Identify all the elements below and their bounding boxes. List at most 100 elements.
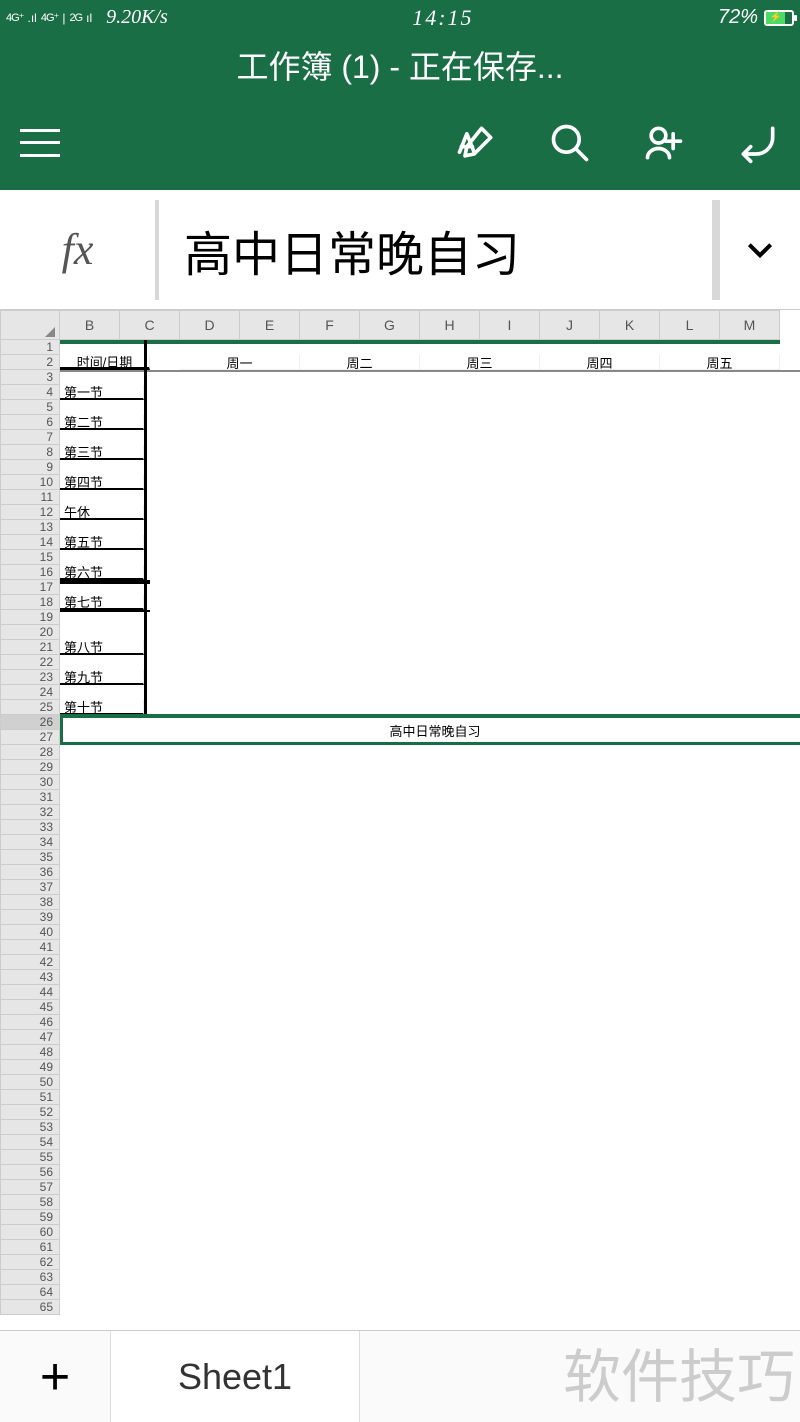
column-header[interactable]: H (420, 310, 480, 340)
row-header[interactable]: 25 (0, 700, 60, 715)
cell[interactable]: 第五节 (60, 535, 144, 550)
spreadsheet-grid[interactable]: BCDEFGHIJKLM 123456789101112131415161718… (0, 310, 800, 1330)
cell[interactable]: 周三 (420, 355, 540, 370)
column-header[interactable]: M (720, 310, 780, 340)
row-header[interactable]: 45 (0, 1000, 60, 1015)
row-header[interactable]: 13 (0, 520, 60, 535)
cell[interactable]: 第六节 (60, 565, 144, 580)
row-header[interactable]: 63 (0, 1270, 60, 1285)
row-header[interactable]: 8 (0, 445, 60, 460)
row-header[interactable]: 1 (0, 340, 60, 355)
row-header[interactable]: 35 (0, 850, 60, 865)
row-header[interactable]: 57 (0, 1180, 60, 1195)
cell[interactable]: 时间/日期 (60, 355, 150, 370)
row-header[interactable]: 49 (0, 1060, 60, 1075)
row-header[interactable]: 22 (0, 655, 60, 670)
column-header[interactable]: E (240, 310, 300, 340)
row-header[interactable]: 26 (0, 715, 60, 730)
cell[interactable]: 周二 (300, 355, 420, 370)
row-header[interactable]: 43 (0, 970, 60, 985)
row-header[interactable]: 7 (0, 430, 60, 445)
row-header[interactable]: 54 (0, 1135, 60, 1150)
row-header[interactable]: 2 (0, 355, 60, 370)
undo-icon[interactable] (736, 121, 780, 165)
row-header[interactable]: 44 (0, 985, 60, 1000)
row-header[interactable]: 40 (0, 925, 60, 940)
row-header[interactable]: 32 (0, 805, 60, 820)
row-header[interactable]: 5 (0, 400, 60, 415)
cell[interactable]: 周一 (180, 355, 300, 370)
row-header[interactable]: 62 (0, 1255, 60, 1270)
column-header[interactable]: G (360, 310, 420, 340)
cell[interactable]: 周五 (660, 355, 780, 370)
row-header[interactable]: 39 (0, 910, 60, 925)
row-header[interactable]: 4 (0, 385, 60, 400)
cell[interactable]: 午休 (60, 505, 144, 520)
cell[interactable]: 第四节 (60, 475, 144, 490)
formula-input[interactable]: 高中日常晚自习 (159, 203, 712, 297)
row-header[interactable]: 30 (0, 775, 60, 790)
row-header[interactable]: 6 (0, 415, 60, 430)
column-header[interactable]: B (60, 310, 120, 340)
row-header[interactable]: 21 (0, 640, 60, 655)
column-header[interactable]: D (180, 310, 240, 340)
edit-icon[interactable] (454, 121, 498, 165)
row-header[interactable]: 15 (0, 550, 60, 565)
row-header[interactable]: 65 (0, 1300, 60, 1315)
row-header[interactable]: 31 (0, 790, 60, 805)
row-header[interactable]: 51 (0, 1090, 60, 1105)
column-header[interactable]: C (120, 310, 180, 340)
cell[interactable]: 第十节 (60, 700, 144, 715)
row-header[interactable]: 9 (0, 460, 60, 475)
cell[interactable]: 第三节 (60, 445, 144, 460)
select-all-corner[interactable] (0, 310, 60, 340)
row-header[interactable]: 23 (0, 670, 60, 685)
row-header[interactable]: 42 (0, 955, 60, 970)
row-header[interactable]: 38 (0, 895, 60, 910)
column-header[interactable]: J (540, 310, 600, 340)
formula-expand-button[interactable] (720, 234, 800, 266)
cell[interactable]: 周四 (540, 355, 660, 370)
search-icon[interactable] (548, 121, 592, 165)
row-header[interactable]: 53 (0, 1120, 60, 1135)
row-header[interactable]: 41 (0, 940, 60, 955)
cell[interactable]: 第二节 (60, 415, 144, 430)
row-header[interactable]: 48 (0, 1045, 60, 1060)
row-header[interactable]: 58 (0, 1195, 60, 1210)
row-header[interactable]: 19 (0, 610, 60, 625)
share-icon[interactable] (642, 121, 686, 165)
row-header[interactable]: 24 (0, 685, 60, 700)
row-header[interactable]: 11 (0, 490, 60, 505)
row-header[interactable]: 36 (0, 865, 60, 880)
column-header[interactable]: K (600, 310, 660, 340)
row-header[interactable]: 50 (0, 1075, 60, 1090)
row-header[interactable]: 27 (0, 730, 60, 745)
row-header[interactable]: 16 (0, 565, 60, 580)
row-header[interactable]: 55 (0, 1150, 60, 1165)
sheet-tab-active[interactable]: Sheet1 (110, 1331, 360, 1422)
row-header[interactable]: 10 (0, 475, 60, 490)
column-header[interactable]: F (300, 310, 360, 340)
add-sheet-button[interactable]: + (0, 1331, 110, 1422)
cell[interactable]: 第八节 (60, 640, 144, 655)
row-header[interactable]: 14 (0, 535, 60, 550)
row-header[interactable]: 59 (0, 1210, 60, 1225)
cell[interactable]: 第九节 (60, 670, 144, 685)
column-header[interactable]: L (660, 310, 720, 340)
row-header[interactable]: 46 (0, 1015, 60, 1030)
row-header[interactable]: 33 (0, 820, 60, 835)
row-header[interactable]: 64 (0, 1285, 60, 1300)
row-header[interactable]: 17 (0, 580, 60, 595)
row-header[interactable]: 47 (0, 1030, 60, 1045)
row-header[interactable]: 60 (0, 1225, 60, 1240)
cell[interactable]: 第一节 (60, 385, 144, 400)
row-header[interactable]: 56 (0, 1165, 60, 1180)
row-header[interactable]: 34 (0, 835, 60, 850)
row-header[interactable]: 29 (0, 760, 60, 775)
row-header[interactable]: 18 (0, 595, 60, 610)
row-header[interactable]: 20 (0, 625, 60, 640)
row-header[interactable]: 12 (0, 505, 60, 520)
row-header[interactable]: 3 (0, 370, 60, 385)
row-header[interactable]: 61 (0, 1240, 60, 1255)
fx-label[interactable]: fx (0, 224, 155, 275)
